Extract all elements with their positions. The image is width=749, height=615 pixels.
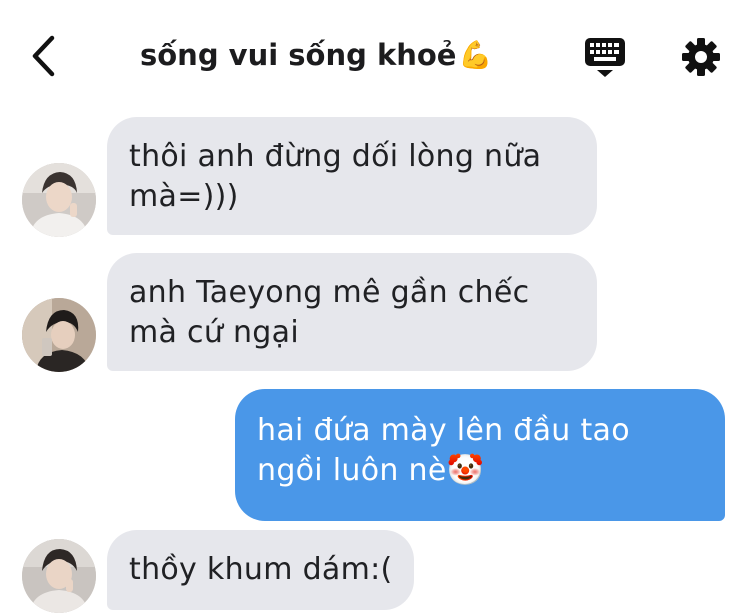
flexed-biceps-emoji: 💪 xyxy=(458,40,493,71)
message-bubble-outgoing[interactable]: hai đứa mày lên đầu tao ngồi luôn nè🤡 xyxy=(235,389,725,521)
person-photo-icon xyxy=(22,298,96,372)
message-text-line: thôi anh đừng dối lòng nữa xyxy=(129,139,542,174)
message-text-line: ngồi luôn nè🤡 xyxy=(257,453,485,488)
message-text-line: mà=))) xyxy=(129,179,239,214)
message-bubble-incoming[interactable]: thôi anh đừng dối lòng nữa mà=))) xyxy=(107,117,597,235)
message-text-line: thồy khum dám:( xyxy=(129,552,393,587)
message-text-line: mà cứ ngại xyxy=(129,315,299,350)
back-button[interactable] xyxy=(22,34,66,78)
chevron-left-icon xyxy=(32,35,55,77)
message-bubble-incoming[interactable]: thồy khum dám:( xyxy=(107,530,414,610)
keyboard-icon xyxy=(585,38,625,77)
message-text-line: anh Taeyong mê gần chếc xyxy=(129,275,530,310)
settings-button[interactable] xyxy=(678,34,724,80)
keyboard-button[interactable] xyxy=(582,34,628,80)
sender-avatar[interactable] xyxy=(22,163,96,237)
sender-avatar[interactable] xyxy=(22,539,96,613)
message-text-line: hai đứa mày lên đầu tao xyxy=(257,413,630,448)
person-photo-icon xyxy=(22,163,96,237)
conversation-title-text: sống vui sống khoẻ xyxy=(140,38,457,72)
person-photo-icon xyxy=(22,539,96,613)
conversation-title: sống vui sống khoẻ 💪 xyxy=(140,38,500,72)
gear-icon xyxy=(682,38,720,76)
sender-avatar[interactable] xyxy=(22,298,96,372)
chat-header: sống vui sống khoẻ 💪 xyxy=(0,0,749,108)
message-bubble-incoming[interactable]: anh Taeyong mê gần chếc mà cứ ngại xyxy=(107,253,597,371)
